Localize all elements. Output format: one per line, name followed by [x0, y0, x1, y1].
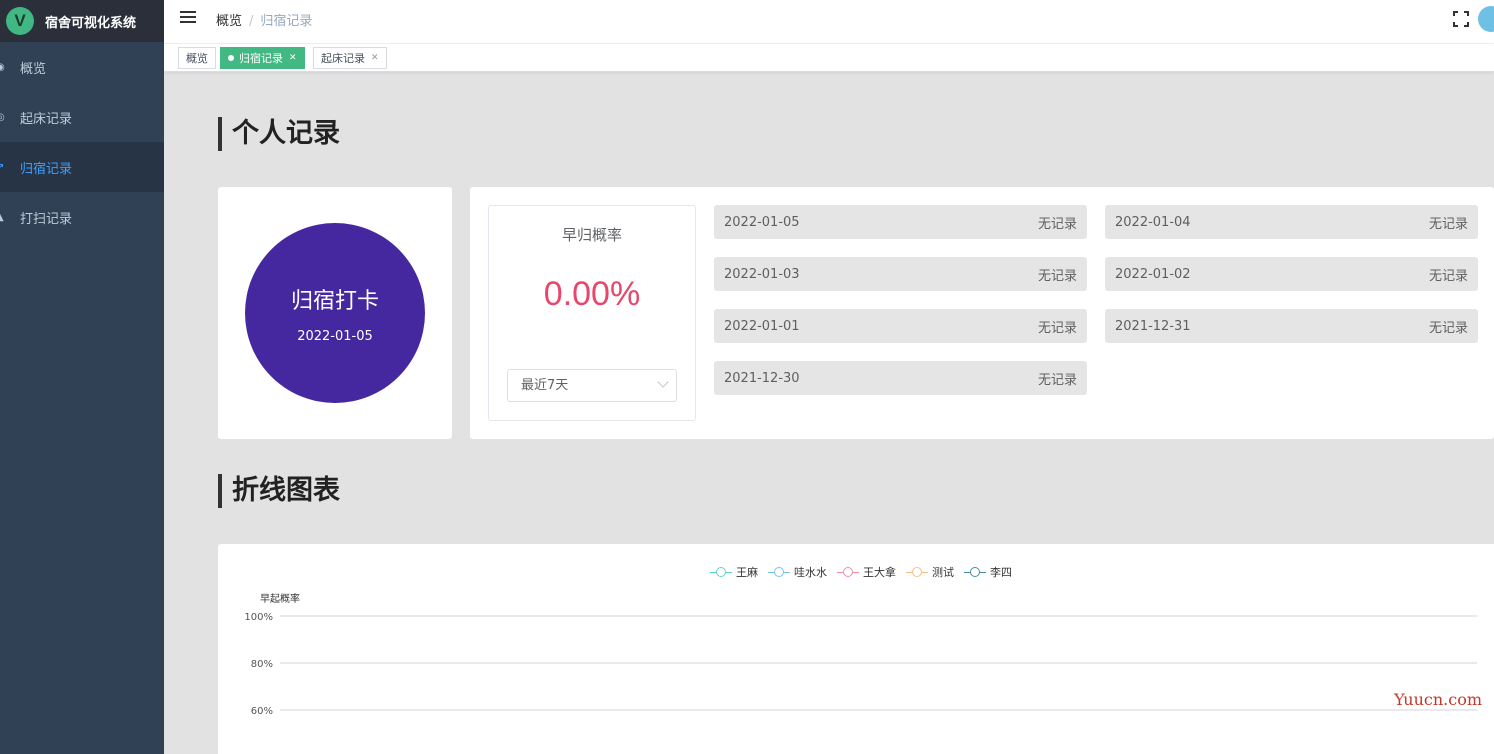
record-date: 2022-01-04	[1115, 214, 1191, 230]
breadcrumb-home[interactable]: 概览	[216, 14, 242, 29]
record-item: 2022-01-03 无记录	[714, 257, 1087, 291]
checkin-card: 归宿打卡 2022-01-05	[218, 187, 452, 439]
close-icon[interactable]: ✕	[371, 53, 379, 63]
chart-icon: ↗	[0, 161, 5, 173]
record-status: 无记录	[1037, 320, 1077, 336]
record-date: 2022-01-02	[1115, 266, 1191, 282]
record-status: 无记录	[1428, 216, 1468, 232]
record-item: 2021-12-31 无记录	[1105, 309, 1478, 343]
logo-bar[interactable]: V 宿舍可视化系统	[0, 0, 164, 42]
y-tick-label: 60%	[251, 706, 273, 717]
chart-plot: 100%80%60%40%	[244, 612, 1477, 754]
close-icon[interactable]: ✕	[289, 53, 297, 63]
record-date: 2022-01-03	[724, 266, 800, 282]
record-date: 2022-01-01	[724, 318, 800, 334]
rate-value: 0.00%	[543, 275, 641, 313]
shirt-icon: ▲	[0, 212, 6, 223]
avatar[interactable]	[1478, 6, 1494, 32]
y-tick-label: 80%	[251, 659, 273, 670]
tag-label: 起床记录	[321, 52, 365, 65]
tag-label: 概览	[186, 52, 208, 65]
sidebar-item-wake-records[interactable]: ◎ 起床记录	[0, 92, 164, 142]
personal-section-title: 个人记录	[218, 117, 340, 151]
record-status: 无记录	[1037, 372, 1077, 388]
watermark: Yuucn.com	[1394, 690, 1482, 709]
sidebar-menu: ◉ 概览 ◎ 起床记录 ↗ 归宿记录 ▲ 打扫记录	[0, 42, 164, 242]
checkin-date: 2022-01-05	[297, 328, 373, 344]
sidebar: V 宿舍可视化系统 ◉ 概览 ◎ 起床记录 ↗ 归宿记录 ▲ 打扫记录	[0, 0, 164, 754]
navbar: 概览 / 归宿记录	[164, 0, 1494, 44]
breadcrumb-current: 归宿记录	[260, 14, 313, 29]
range-select-value: 最近7天	[521, 378, 569, 393]
range-select[interactable]: 最近7天	[507, 369, 677, 402]
record-date: 2022-01-05	[724, 214, 800, 230]
chevron-down-icon	[657, 376, 669, 388]
record-item: 2022-01-04 无记录	[1105, 205, 1478, 239]
breadcrumb-separator: /	[249, 14, 254, 29]
tags-view: 概览 归宿记录 ✕ 起床记录 ✕	[164, 44, 1494, 72]
vue-logo-icon: V	[6, 7, 34, 35]
line-chart: 王麻哇水水王大拿测试李四 早起概率 100%80%60%40%	[218, 544, 1494, 754]
record-status: 无记录	[1037, 216, 1077, 232]
record-status: 无记录	[1037, 268, 1077, 284]
rate-label: 早归概率	[561, 226, 622, 244]
checkin-title: 归宿打卡	[290, 288, 379, 314]
record-date: 2021-12-31	[1115, 318, 1191, 334]
sidebar-item-return-records[interactable]: ↗ 归宿记录	[0, 142, 164, 192]
rate-box: 早归概率 0.00% 最近7天	[488, 205, 696, 421]
sidebar-item-label: 打扫记录	[20, 211, 73, 227]
dashboard-icon: ◉	[0, 61, 5, 73]
record-item: 2022-01-02 无记录	[1105, 257, 1478, 291]
sidebar-item-label: 起床记录	[20, 111, 73, 127]
active-dot-icon	[228, 55, 234, 61]
record-item: 2022-01-01 无记录	[714, 309, 1087, 343]
eye-icon: ◎	[0, 111, 5, 123]
tag-overview[interactable]: 概览	[178, 47, 216, 69]
sidebar-item-overview[interactable]: ◉ 概览	[0, 42, 164, 92]
hamburger-icon[interactable]	[180, 11, 196, 25]
y-tick-label: 100%	[244, 612, 273, 623]
tag-wake-records[interactable]: 起床记录 ✕	[313, 47, 387, 69]
tag-return-records[interactable]: 归宿记录 ✕	[220, 47, 305, 69]
record-date: 2021-12-30	[724, 370, 800, 386]
app-title: 宿舍可视化系统	[45, 15, 137, 31]
record-item: 2021-12-30 无记录	[714, 361, 1087, 395]
record-status: 无记录	[1428, 268, 1468, 284]
records-card: 早归概率 0.00% 最近7天 2022-01-05 无记录 2022-01-0…	[470, 187, 1494, 439]
sidebar-item-label: 归宿记录	[20, 161, 73, 177]
tag-label: 归宿记录	[239, 52, 283, 65]
chart-section-title: 折线图表	[218, 474, 340, 508]
record-item: 2022-01-05 无记录	[714, 205, 1087, 239]
sidebar-item-cleaning-records[interactable]: ▲ 打扫记录	[0, 192, 164, 242]
record-status: 无记录	[1428, 320, 1468, 336]
sidebar-item-label: 概览	[20, 61, 47, 77]
breadcrumb: 概览 / 归宿记录	[216, 10, 312, 29]
checkin-button[interactable]: 归宿打卡 2022-01-05	[245, 223, 425, 403]
fullscreen-icon[interactable]	[1452, 10, 1470, 28]
